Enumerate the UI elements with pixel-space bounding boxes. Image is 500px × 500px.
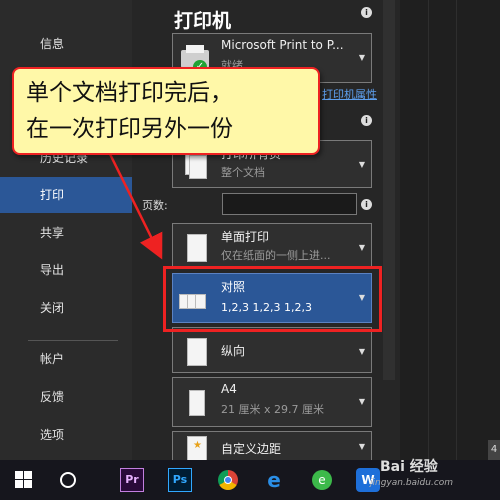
windows-icon[interactable] xyxy=(12,468,36,492)
watermark: Bai 经验 xyxy=(380,459,438,475)
edge-icon[interactable]: e xyxy=(262,468,286,492)
watermark-url: jingyan.baidu.com xyxy=(370,478,454,488)
highlight-box xyxy=(163,266,382,332)
browser360-icon[interactable]: e xyxy=(310,468,334,492)
photoshop-icon[interactable]: Ps xyxy=(168,468,192,492)
search-circle-icon[interactable] xyxy=(56,468,80,492)
print-backstage-window: 信息 新建 打开 历史记录 打印 共享 导出 关闭 帐户 反馈 选项 打印机 i… xyxy=(0,0,500,500)
annotation-line-2: 在一次打印另外一份 xyxy=(26,116,233,142)
annotation-callout: 单个文档打印完后， 在一次打印另外一份 xyxy=(12,67,320,155)
premiere-icon[interactable]: Pr xyxy=(120,468,144,492)
annotation-line-1: 单个文档打印完后， xyxy=(26,80,233,106)
chrome-icon[interactable] xyxy=(216,468,240,492)
